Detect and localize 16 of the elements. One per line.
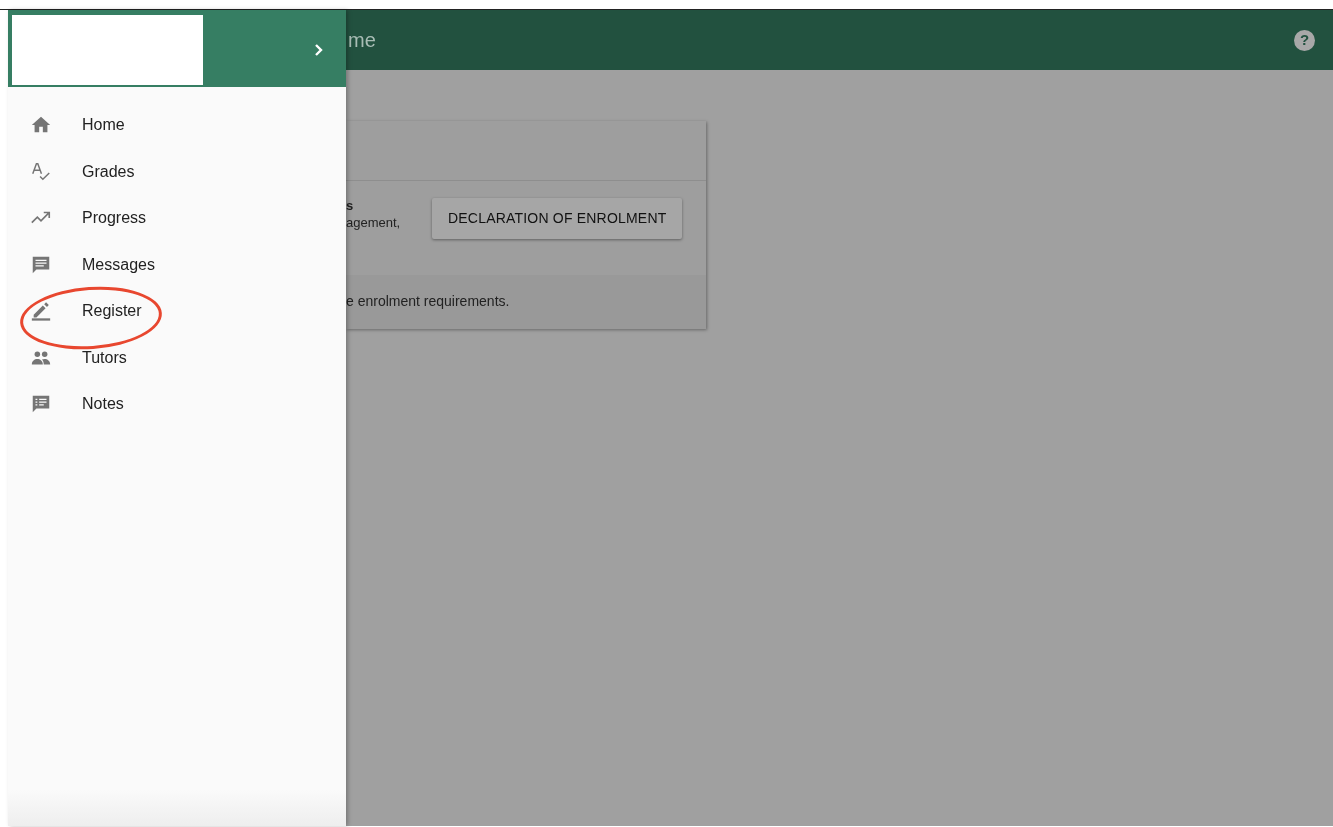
- chevron-right-icon[interactable]: [314, 42, 324, 57]
- menu-item[interactable]: Messages: [8, 241, 346, 288]
- pencil-icon: [30, 300, 52, 323]
- menu-item[interactable]: Tutors: [8, 334, 346, 381]
- declaration-button[interactable]: DECLARATION OF ENROLMENT: [432, 198, 683, 239]
- grades-icon: [30, 160, 52, 183]
- menu-item[interactable]: Home: [8, 102, 346, 149]
- page-title: me: [348, 28, 376, 53]
- menu-item[interactable]: Register: [8, 288, 346, 335]
- card-heading: s: [346, 198, 355, 215]
- menu-item[interactable]: Notes: [8, 381, 346, 428]
- card-footer-text: e enrolment requirements.: [346, 293, 510, 309]
- card-text: agement,: [346, 214, 402, 232]
- menu-item[interactable]: Progress: [8, 195, 346, 242]
- help-icon[interactable]: ?: [1294, 29, 1315, 51]
- menu-item[interactable]: Grades: [8, 148, 346, 195]
